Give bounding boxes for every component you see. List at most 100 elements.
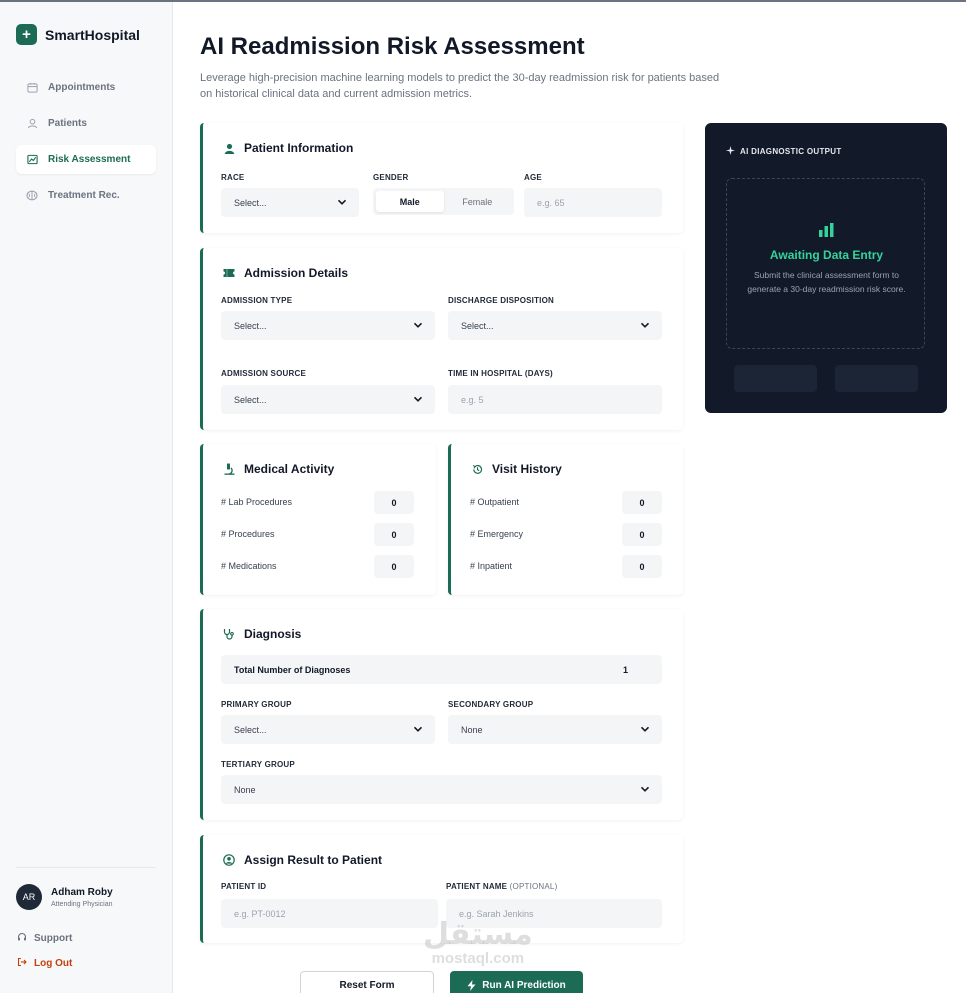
emergency-label: # Emergency — [470, 529, 524, 539]
logout-label: Log Out — [34, 958, 73, 969]
inpatient-label: # Inpatient — [470, 561, 513, 571]
stethoscope-icon — [223, 628, 235, 640]
sidebar-item-treatment-rec[interactable]: Treatment Rec. — [16, 181, 156, 210]
sidebar-item-label: Treatment Rec. — [48, 190, 120, 201]
gender-option-female[interactable]: Female — [444, 191, 512, 212]
total-diagnoses-input[interactable]: Total Number of Diagnoses 1 — [221, 655, 662, 684]
emergency-input[interactable]: 0 — [622, 523, 662, 546]
outpatient-label: # Outpatient — [470, 497, 520, 507]
result-placeholder-right — [835, 365, 918, 392]
time-in-hospital-input[interactable]: e.g. 5 — [448, 385, 662, 414]
page-title: AI Readmission Risk Assessment — [200, 33, 585, 60]
secondary-group-label: SECONDARY GROUP — [448, 700, 534, 709]
result-placeholder-left — [734, 365, 817, 392]
patient-id-label: PATIENT ID — [221, 882, 267, 891]
medical-cross-icon: + — [16, 24, 37, 45]
admission-details-card: Admission Details ADMISSION TYPE Select.… — [200, 248, 683, 430]
patient-id-input[interactable]: e.g. PT-0012 — [221, 899, 438, 928]
sparkle-icon — [726, 146, 735, 157]
bar-chart-icon — [819, 223, 834, 237]
primary-group-select[interactable]: Select... — [221, 715, 435, 744]
sidebar-nav: Appointments Patients Risk Assessment Tr… — [16, 73, 156, 217]
support-link[interactable]: Support — [17, 932, 72, 945]
run-ai-prediction-button[interactable]: Run AI Prediction — [450, 971, 583, 993]
reset-form-button[interactable]: Reset Form — [300, 971, 434, 993]
page-subtitle: Leverage high-precision machine learning… — [200, 72, 720, 100]
brand[interactable]: + SmartHospital — [16, 24, 140, 45]
lab-procedures-input[interactable]: 0 — [374, 491, 414, 514]
calendar-icon — [26, 82, 38, 94]
primary-group-label: PRIMARY GROUP — [221, 700, 292, 709]
history-icon — [471, 463, 483, 475]
card-title: Admission Details — [223, 266, 348, 280]
outpatient-input[interactable]: 0 — [622, 491, 662, 514]
patient-information-card: Patient Information RACE Select... GENDE… — [200, 123, 683, 233]
chevron-down-icon — [640, 726, 650, 732]
race-label: RACE — [221, 173, 245, 182]
time-in-hospital-label: TIME IN HOSPITAL (DAYS) — [448, 369, 553, 378]
race-select[interactable]: Select... — [221, 188, 359, 217]
admission-type-label: ADMISSION TYPE — [221, 296, 293, 305]
medications-input[interactable]: 0 — [374, 555, 414, 578]
age-input[interactable]: e.g. 65 — [524, 188, 662, 217]
sidebar-item-label: Patients — [48, 118, 87, 129]
patient-name-label: PATIENT NAME (OPTIONAL) — [446, 882, 558, 891]
chevron-down-icon — [640, 786, 650, 792]
lab-procedures-label: # Lab Procedures — [221, 497, 293, 507]
output-description: Submit the clinical assessment form to g… — [747, 270, 906, 294]
procedures-label: # Procedures — [221, 529, 275, 539]
chevron-down-icon — [413, 396, 423, 402]
sidebar-item-risk-assessment[interactable]: Risk Assessment — [16, 145, 156, 174]
card-title: Patient Information — [223, 141, 353, 155]
procedures-input[interactable]: 0 — [374, 523, 414, 546]
optional-tag: (OPTIONAL) — [509, 882, 558, 891]
tertiary-group-label: TERTIARY GROUP — [221, 760, 295, 769]
visit-history-card: Visit History # Outpatient 0 # Emergency… — [448, 444, 683, 595]
lightning-icon — [467, 979, 476, 991]
admission-source-select[interactable]: Select... — [221, 385, 435, 414]
avatar: AR — [16, 884, 42, 910]
discharge-disposition-select[interactable]: Select... — [448, 311, 662, 340]
chevron-down-icon — [337, 199, 347, 205]
sidebar-item-patients[interactable]: Patients — [16, 109, 156, 138]
diagnosis-card: Diagnosis Total Number of Diagnoses 1 PR… — [200, 609, 683, 820]
medications-label: # Medications — [221, 561, 277, 571]
sidebar: + SmartHospital Appointments Patients Ri… — [0, 2, 173, 993]
age-label: AGE — [524, 173, 542, 182]
discharge-disposition-label: DISCHARGE DISPOSITION — [448, 296, 554, 305]
microscope-icon — [223, 463, 235, 475]
sidebar-item-label: Appointments — [48, 82, 116, 93]
brain-icon — [26, 190, 38, 202]
card-title: Visit History — [471, 462, 562, 476]
logout-link[interactable]: Log Out — [17, 957, 72, 970]
admission-type-select[interactable]: Select... — [221, 311, 435, 340]
ticket-icon — [223, 267, 235, 279]
user-profile[interactable]: AR Adham Roby Attending Physician — [16, 884, 113, 910]
total-diagnoses-value: 1 — [623, 664, 629, 675]
watermark-arabic: مستقل — [423, 917, 533, 952]
gender-option-male[interactable]: Male — [376, 191, 444, 212]
logout-icon — [17, 957, 27, 970]
support-label: Support — [34, 933, 73, 944]
user-circle-icon — [223, 854, 235, 866]
sidebar-item-label: Risk Assessment — [48, 154, 131, 165]
card-title: Diagnosis — [223, 627, 301, 641]
output-status: Awaiting Data Entry — [769, 248, 884, 262]
gender-label: GENDER — [373, 173, 409, 182]
medical-activity-card: Medical Activity # Lab Procedures 0 # Pr… — [200, 444, 436, 595]
user-icon — [26, 118, 38, 130]
headset-icon — [17, 932, 27, 945]
inpatient-input[interactable]: 0 — [622, 555, 662, 578]
tertiary-group-select[interactable]: None — [221, 775, 662, 804]
panel-header: AI DIAGNOSTIC OUTPUT — [726, 146, 842, 157]
watermark: مستقل mostaql.com — [423, 920, 533, 968]
user-role: Attending Physician — [51, 900, 113, 908]
chart-icon — [26, 154, 38, 166]
chevron-down-icon — [413, 322, 423, 328]
output-placeholder-box: Awaiting Data Entry Submit the clinical … — [726, 178, 925, 349]
secondary-group-select[interactable]: None — [448, 715, 662, 744]
sidebar-item-appointments[interactable]: Appointments — [16, 73, 156, 102]
admission-source-label: ADMISSION SOURCE — [221, 369, 306, 378]
card-title: Assign Result to Patient — [223, 853, 382, 867]
chevron-down-icon — [640, 322, 650, 328]
